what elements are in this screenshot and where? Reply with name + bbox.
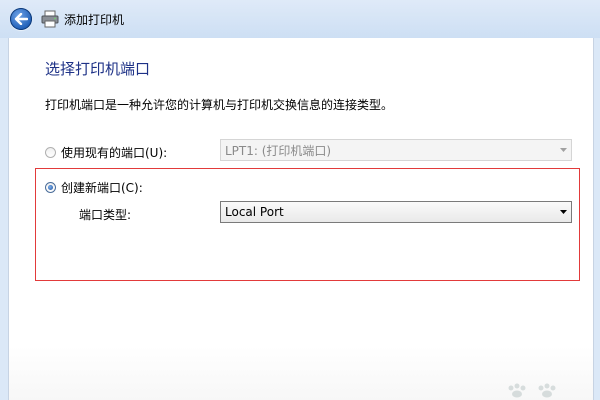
existing-port-select[interactable]: LPT1: (打印机端口) (220, 139, 572, 161)
port-type-label: 端口类型: (79, 208, 132, 222)
port-type-value: Local Port (225, 205, 284, 219)
window-title: 添加打印机 (64, 13, 125, 27)
chevron-down-icon (555, 140, 571, 160)
existing-port-label: 使用现有的端口(U): (61, 146, 168, 160)
back-button[interactable] (10, 8, 32, 30)
page-title: 选择打印机端口 (45, 60, 151, 78)
new-port-label: 创建新端口(C): (61, 181, 143, 195)
title-bar: 添加打印机 (0, 0, 600, 38)
wizard-content: 选择打印机端口 打印机端口是一种允许您的计算机与打印机交换信息的连接类型。 使用… (8, 38, 594, 400)
chevron-down-icon (555, 202, 571, 222)
existing-port-option[interactable]: 使用现有的端口(U): (45, 144, 167, 161)
port-type-select[interactable]: Local Port (220, 201, 572, 223)
page-description: 打印机端口是一种允许您的计算机与打印机交换信息的连接类型。 (45, 98, 394, 112)
new-port-radio[interactable] (45, 182, 56, 193)
printer-icon (41, 10, 59, 28)
watermark-paw-icon (508, 383, 556, 398)
existing-port-value: LPT1: (打印机端口) (225, 143, 332, 158)
existing-port-radio[interactable] (45, 147, 56, 158)
back-arrow-icon (14, 13, 28, 25)
new-port-option[interactable]: 创建新端口(C): (45, 179, 143, 196)
